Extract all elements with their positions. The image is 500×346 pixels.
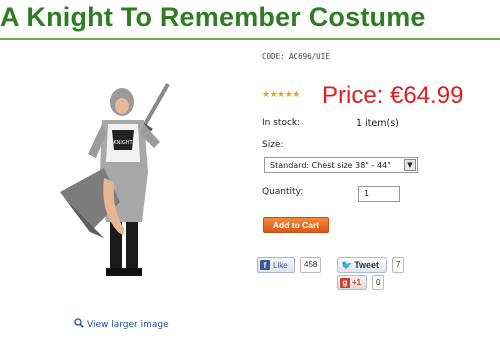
tweet-count: 7 (392, 257, 405, 273)
facebook-icon: f (260, 260, 270, 270)
size-select[interactable]: Standard: Chest size 38" - 44" ▼ (264, 157, 418, 173)
svg-text:KNIGHT: KNIGHT (113, 140, 133, 146)
google-plus-icon: g (340, 277, 350, 288)
rating-stars-icon: ★★★★★ (262, 90, 300, 100)
size-select-value: Standard: Chest size 38" - 44" (270, 160, 391, 170)
quantity-input[interactable]: 1 (358, 186, 400, 202)
tweet-label: Tweet (354, 260, 380, 270)
twitter-bird-icon: 🐦 (341, 259, 353, 270)
product-image[interactable]: KNIGHT (60, 82, 200, 282)
magnifier-icon (74, 318, 84, 331)
view-larger-image-link[interactable]: View larger image (74, 318, 169, 331)
title-divider (0, 38, 500, 40)
google-plus-count: 0 (372, 275, 385, 290)
product-price: Price: €64.99 (322, 82, 464, 109)
add-to-cart-button[interactable]: Add to Cart (263, 217, 329, 233)
stock-label: In stock: (262, 118, 301, 128)
quantity-label: Quantity: (262, 187, 304, 197)
product-code: CODE: AC696/UIE (262, 52, 330, 61)
view-larger-label: View larger image (87, 319, 169, 330)
product-title: A Knight To Remember Costume (0, 2, 426, 32)
dropdown-arrow-icon[interactable]: ▼ (404, 159, 416, 171)
facebook-like-count: 458 (300, 257, 322, 273)
stock-value: 1 item(s) (356, 118, 399, 129)
facebook-like-button[interactable]: f Like (257, 257, 295, 273)
google-plus-button[interactable]: g +1 (337, 275, 367, 290)
google-plus-label: +1 (352, 278, 362, 287)
size-label: Size: (262, 140, 284, 150)
facebook-like-label: Like (273, 260, 288, 270)
tweet-button[interactable]: 🐦 Tweet (337, 257, 387, 273)
